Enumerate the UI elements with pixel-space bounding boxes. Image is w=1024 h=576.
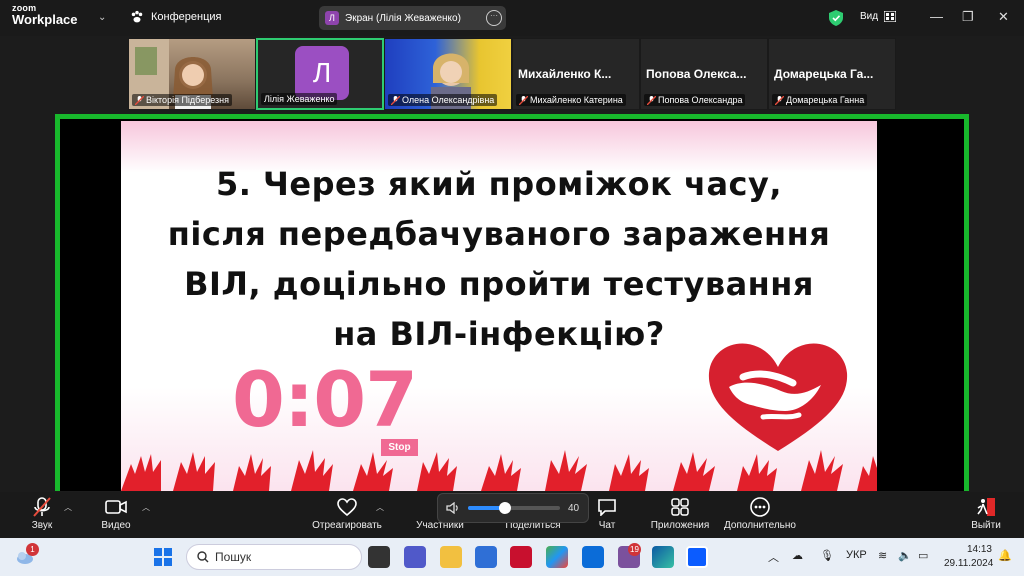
chrome-icon[interactable] [546,546,568,568]
search-icon [197,551,209,563]
volume-knob[interactable] [498,502,511,514]
more-options-icon[interactable]: ··· [486,10,502,26]
participant-tile[interactable]: Вікторія Підберезня [128,38,256,110]
zoom-taskbar-icon[interactable] [686,546,708,568]
volume-popup: 40 [437,493,589,523]
mic-muted-icon [519,95,528,105]
mic-muted-icon [647,95,656,105]
participant-big-name: Попова Олекса... [646,67,747,81]
microphone-icon[interactable]: 🎙 [820,549,834,562]
zoom-window: zoom Workplace ⌄ Конференция Л Экран (Лі… [0,0,1024,576]
heart-hands-icon [708,343,848,451]
participant-tile[interactable]: Михайленко К... Михайленко Катерина [512,38,640,110]
participant-strip: Вікторія Підберезня Л Лілія Жеваженко Ол… [128,38,896,110]
mic-muted-icon [135,95,144,105]
title-bar: zoom Workplace ⌄ Конференция Л Экран (Лі… [0,0,1024,36]
conference-button[interactable]: Конференция [130,10,221,24]
view-button[interactable]: Вид [860,11,897,22]
volume-slider[interactable] [468,502,560,514]
task-view-icon[interactable] [368,546,390,568]
sharer-avatar: Л [325,11,339,25]
edge-icon[interactable] [652,546,674,568]
red-hands-decoration [121,450,877,491]
countdown-timer: 0:07 [232,355,418,444]
participant-name: Попова Олександра [644,94,746,106]
apps-button[interactable]: Приложения [645,494,715,531]
onedrive-icon[interactable]: ☁ [792,549,803,562]
taskbar-search[interactable]: Пошук [186,544,362,570]
myhp-icon[interactable] [475,546,497,568]
video-options-chevron-icon[interactable]: ︿ [142,502,150,513]
search-placeholder: Пошук [215,550,252,564]
participant-tile[interactable]: Олена Олександрівна [384,38,512,110]
speaker-icon [446,502,458,514]
dell-icon[interactable] [582,546,604,568]
screen-share-label: Экран (Лілія Жеваженко) [345,12,461,24]
participant-name: Олена Олександрівна [388,94,498,106]
wifi-icon[interactable]: ≋ [878,549,887,562]
security-shield-icon[interactable] [829,10,843,26]
more-button[interactable]: Дополнительно [718,494,802,531]
more-icon [750,497,770,517]
slide-question: 5. Через який проміжок часу, після перед… [167,165,831,353]
participant-tile[interactable]: Попова Олекса... Попова Олександра [640,38,768,110]
teams-icon[interactable] [404,546,426,568]
weather-badge: 1 [26,543,39,556]
react-button[interactable]: Отреагировать [308,494,386,531]
battery-icon[interactable]: ▭ [918,549,928,562]
chat-button[interactable]: Чат [592,494,622,531]
file-explorer-icon[interactable] [440,546,462,568]
keyboard-language[interactable]: УКР [846,549,867,561]
mcafee-icon[interactable] [510,546,532,568]
presentation-slide: 5. Через який проміжок часу, після перед… [121,121,877,491]
exit-icon [977,498,995,516]
participant-tile[interactable]: Домарецька Га... Домарецька Ганна [768,38,896,110]
system-clock[interactable]: 14:13 29.11.2024 [944,543,993,571]
participant-name: Вікторія Підберезня [132,94,233,106]
apps-icon [671,498,689,516]
screen-share-tab[interactable]: Л Экран (Лілія Жеваженко) ··· [319,6,506,30]
restore-icon[interactable]: ❐ [962,9,974,25]
zoom-logo: zoom Workplace [12,3,78,27]
notification-bell-icon[interactable]: 🔔 [998,549,1012,562]
view-label: Вид [860,11,879,22]
leave-button[interactable]: Выйти [966,494,1006,531]
viber-badge: 19 [628,543,641,556]
mic-muted-icon [775,95,784,105]
react-options-chevron-icon[interactable]: ︿ [376,502,384,513]
chat-icon [598,499,616,516]
paw-icon [131,10,143,23]
volume-icon[interactable]: 🔈 [898,549,912,562]
camera-icon [105,500,127,514]
grid-view-icon [884,11,897,22]
audio-button[interactable]: Звук [22,494,62,531]
video-button[interactable]: Видео [96,494,136,531]
participant-avatar: Л [295,46,349,100]
tray-overflow-chevron-icon[interactable]: ︿ [768,549,779,565]
participant-big-name: Домарецька Га... [774,67,874,81]
windows-taskbar: 1 Пошук 19 ︿ ☁ 🎙 УКР ≋ 🔈 ▭ 14:13 29.11.2… [0,538,1024,576]
heart-icon [337,498,357,516]
app-menu-chevron-icon[interactable]: ⌄ [98,12,106,23]
participant-name: Лілія Жеваженко [261,93,338,105]
participant-tile-active-speaker[interactable]: Л Лілія Жеваженко [256,38,384,110]
participant-big-name: Михайленко К... [518,67,612,81]
participant-name: Михайленко Катерина [516,94,626,106]
conference-label: Конференция [151,11,222,23]
mic-muted-icon [391,95,400,105]
close-icon[interactable]: ✕ [998,9,1009,25]
windows-start-icon[interactable] [152,546,174,568]
audio-options-chevron-icon[interactable]: ︿ [64,502,72,513]
mic-muted-icon [33,497,51,517]
participant-name: Домарецька Ганна [772,94,868,106]
volume-value: 40 [568,502,580,514]
minimize-icon[interactable]: — [930,9,943,24]
